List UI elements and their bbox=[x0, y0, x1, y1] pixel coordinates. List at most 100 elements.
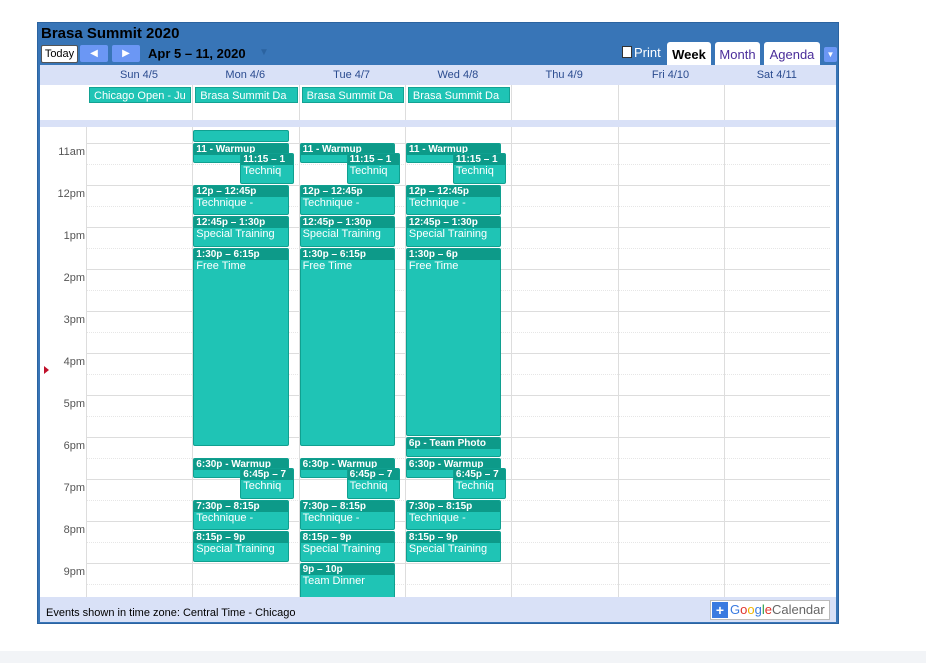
calendar-widget: Brasa Summit 2020 Today ◀ ▶ Apr 5 – 11, … bbox=[37, 22, 839, 624]
calendar-event[interactable]: 9p – 10p Team Dinner bbox=[299, 562, 395, 597]
event-time: 1:30p – 6:15p bbox=[194, 248, 288, 260]
event-title: Free Time bbox=[408, 259, 459, 272]
hour-label: 12pm bbox=[57, 187, 85, 200]
calendar-event[interactable]: 8:15p – 9p Special Training bbox=[193, 531, 289, 562]
day-header[interactable]: Mon 4/6 bbox=[192, 69, 298, 81]
event-time: 6:45p – 7 bbox=[241, 469, 293, 481]
event-title: Technique - bbox=[302, 196, 360, 209]
allday-divider bbox=[404, 85, 406, 120]
allday-event[interactable]: Brasa Summit Da bbox=[195, 87, 298, 103]
day-header[interactable]: Sat 4/11 bbox=[724, 69, 830, 81]
print-button[interactable]: Print bbox=[622, 45, 661, 60]
day-header[interactable]: Thu 4/9 bbox=[511, 69, 617, 81]
calendar-event[interactable]: 12:45p – 1:30p Special Training bbox=[299, 216, 395, 247]
google-letter: o bbox=[747, 602, 755, 617]
calendar-event[interactable] bbox=[193, 130, 289, 142]
page-bottom-strip bbox=[0, 651, 926, 663]
allday-divider bbox=[511, 85, 513, 120]
current-time-marker bbox=[44, 365, 49, 374]
hour-label: 9pm bbox=[63, 565, 85, 578]
print-label: Print bbox=[634, 45, 661, 60]
calendar-event[interactable]: 11:15 – 1 Techniq bbox=[346, 153, 400, 184]
calendar-event[interactable]: 7:30p – 8:15p Technique - bbox=[193, 499, 289, 531]
today-button[interactable]: Today bbox=[41, 45, 78, 63]
calendar-event[interactable]: 8:15p – 9p Special Training bbox=[299, 531, 395, 562]
allday-divider bbox=[617, 85, 619, 120]
calendar-event[interactable]: 6:45p – 7 Techniq bbox=[346, 468, 400, 499]
day-header[interactable]: Wed 4/8 bbox=[405, 69, 511, 81]
event-time: 6:45p – 7 bbox=[347, 469, 399, 481]
event-time: 7:30p – 8:15p bbox=[300, 500, 394, 512]
google-calendar-badge[interactable]: + GoogleCalendar bbox=[710, 600, 830, 620]
calendar-event[interactable]: 11:15 – 1 Techniq bbox=[240, 153, 294, 184]
day-column-divider bbox=[511, 127, 513, 597]
hour-label: 7pm bbox=[63, 481, 85, 494]
calendar-event[interactable]: 6:45p – 7 Techniq bbox=[240, 468, 294, 499]
calendar-event[interactable]: 1:30p – 6p Free Time bbox=[405, 247, 502, 436]
day-column-divider bbox=[617, 127, 619, 597]
prev-week-button[interactable]: ◀ bbox=[80, 45, 108, 62]
event-time: 12p – 12:45p bbox=[194, 185, 288, 197]
calendar-event[interactable]: 1:30p – 6:15p Free Time bbox=[193, 247, 289, 447]
event-time: 6p - Team Photo bbox=[406, 437, 501, 449]
calendar-event[interactable]: 7:30p – 8:15p Technique - bbox=[405, 499, 502, 531]
calendar-event[interactable]: 12p – 12:45p Technique - bbox=[193, 184, 289, 216]
event-title: Team Dinner bbox=[302, 574, 365, 587]
calendar-event[interactable]: 12p – 12:45p Technique - bbox=[405, 184, 502, 216]
event-time: 1:30p – 6:15p bbox=[300, 248, 394, 260]
event-title: Techniq bbox=[243, 165, 282, 178]
tab-week[interactable]: Week bbox=[667, 42, 711, 65]
half-hour-line bbox=[86, 583, 830, 585]
calendar-event[interactable]: 12p – 12:45p Technique - bbox=[299, 184, 395, 216]
allday-event[interactable]: Chicago Open - Ju bbox=[89, 87, 192, 103]
event-time: 12:45p – 1:30p bbox=[406, 217, 501, 229]
tab-agenda[interactable]: Agenda bbox=[764, 42, 820, 65]
event-title: Techniq bbox=[455, 480, 494, 493]
timezone-note: Events shown in time zone: Central Time … bbox=[46, 607, 296, 619]
day-header[interactable]: Fri 4/10 bbox=[618, 69, 724, 81]
calendar-event[interactable]: 8:15p – 9p Special Training bbox=[405, 531, 502, 562]
day-headers: Sun 4/5 Mon 4/6 Tue 4/7 Wed 4/8 Thu 4/9 Fri 4… bbox=[40, 65, 836, 85]
tab-month[interactable]: Month bbox=[715, 42, 760, 65]
calendar-footer: Events shown in time zone: Central Time … bbox=[40, 597, 836, 622]
event-title: Special Training bbox=[196, 228, 275, 241]
view-dropdown-icon[interactable]: ▼ bbox=[824, 47, 837, 62]
event-time: 8:15p – 9p bbox=[300, 532, 394, 544]
day-column-divider bbox=[723, 127, 725, 597]
allday-divider bbox=[723, 85, 725, 120]
calendar-event[interactable]: 11:15 – 1 Techniq bbox=[452, 153, 507, 184]
event-time: 9p – 10p bbox=[300, 563, 394, 575]
calendar-event[interactable]: 6:45p – 7 Techniq bbox=[452, 468, 507, 499]
next-week-button[interactable]: ▶ bbox=[112, 45, 140, 62]
date-range-dropdown-icon[interactable]: ▼ bbox=[259, 47, 269, 58]
printer-icon bbox=[622, 46, 632, 58]
event-title: Special Training bbox=[408, 543, 488, 556]
event-title: Technique - bbox=[408, 196, 466, 209]
day-header[interactable]: Sun 4/5 bbox=[86, 69, 192, 81]
week-grid: Sun 4/5 Mon 4/6 Tue 4/7 Wed 4/8 Thu 4/9 Fri 4… bbox=[40, 65, 836, 622]
allday-divider bbox=[192, 85, 194, 120]
time-grid-scroll-area[interactable]: 11am 12pm 1pm 2pm 3pm 4pm 5pm 6pm 7pm 8pm 9pm 11 - … bbox=[40, 127, 830, 597]
calendar-event[interactable]: 12:45p – 1:30p Special Training bbox=[405, 216, 502, 247]
allday-separator bbox=[40, 120, 836, 127]
event-time: 11:15 – 1 bbox=[347, 154, 399, 166]
allday-event[interactable]: Brasa Summit Da bbox=[301, 87, 404, 103]
hour-label: 1pm bbox=[63, 229, 85, 242]
calendar-event[interactable]: 1:30p – 6:15p Free Time bbox=[299, 247, 395, 447]
google-letter: g bbox=[754, 602, 762, 617]
hour-label: 2pm bbox=[63, 271, 85, 284]
event-title: Technique - bbox=[196, 511, 254, 524]
google-letter: G bbox=[730, 602, 741, 617]
hour-label: 6pm bbox=[63, 439, 85, 452]
calendar-event[interactable]: 7:30p – 8:15p Technique - bbox=[299, 499, 395, 531]
calendar-event[interactable]: 6p - Team Photo bbox=[405, 436, 502, 457]
calendar-event[interactable]: 12:45p – 1:30p Special Training bbox=[193, 216, 289, 247]
event-time: 8:15p – 9p bbox=[194, 532, 288, 544]
google-letter: e bbox=[764, 602, 772, 617]
day-header[interactable]: Tue 4/7 bbox=[299, 69, 405, 81]
event-title: Special Training bbox=[302, 543, 381, 556]
event-title: Techniq bbox=[455, 165, 494, 178]
allday-event[interactable]: Brasa Summit Da bbox=[407, 87, 511, 103]
hour-label: 3pm bbox=[63, 313, 85, 326]
allday-row[interactable]: Chicago Open - Ju Brasa Summit Da Brasa Su… bbox=[86, 85, 830, 120]
